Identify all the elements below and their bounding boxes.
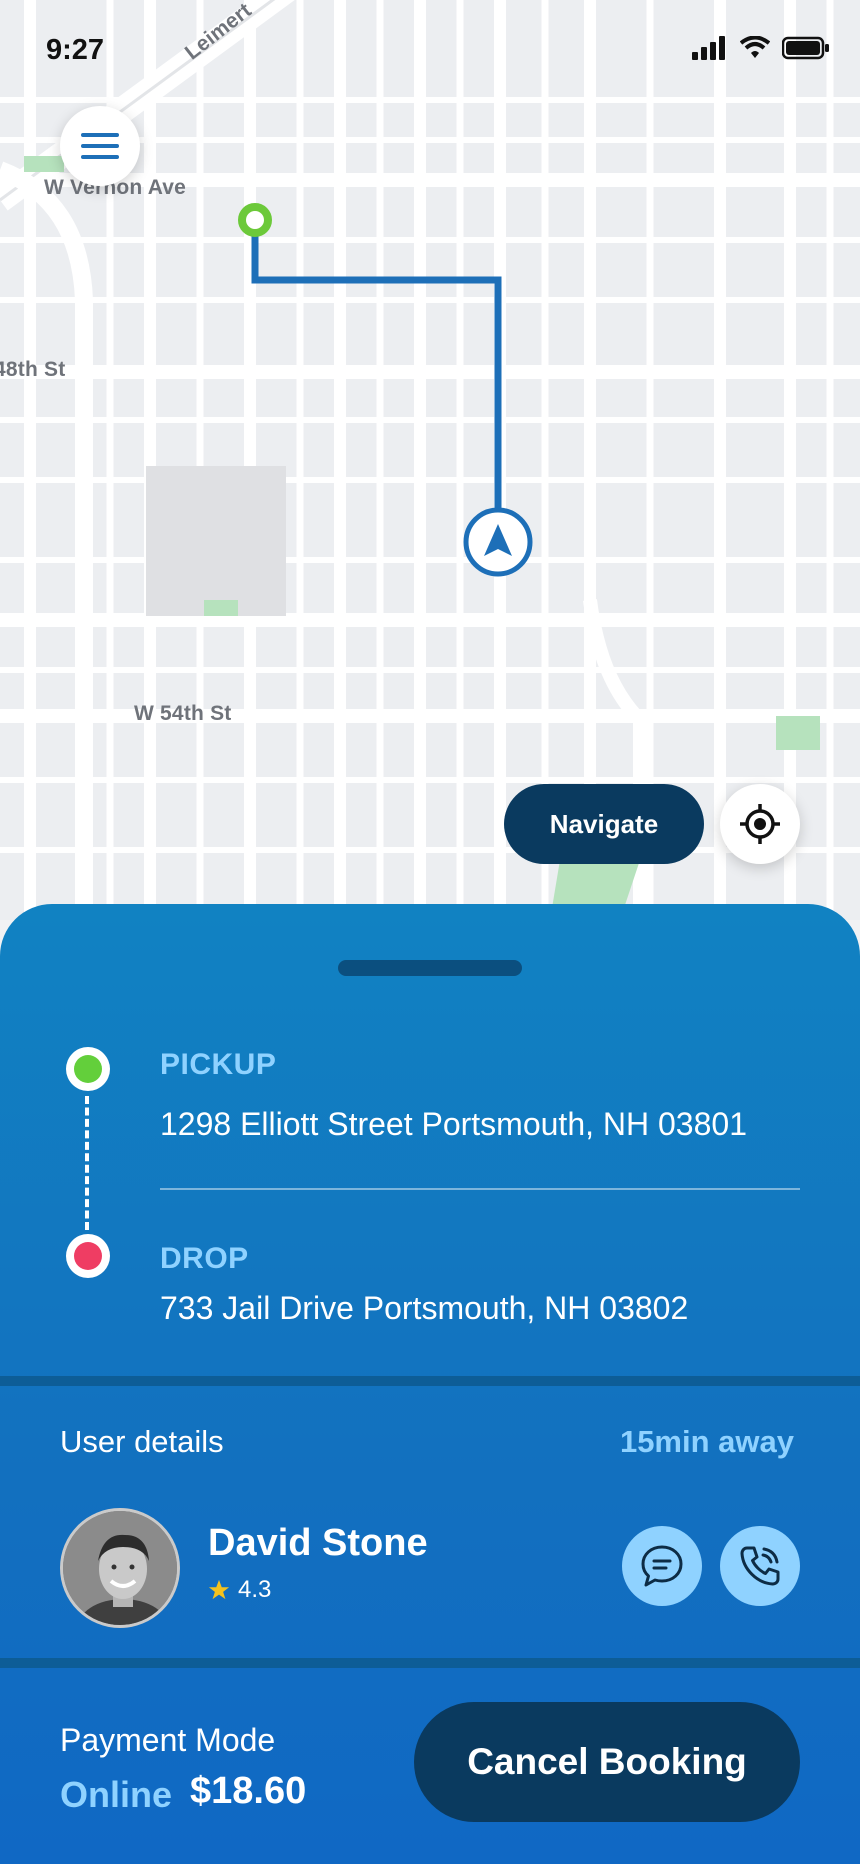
- street-label-48th: 48th St: [0, 358, 66, 381]
- payment-amount: $18.60: [190, 1770, 307, 1812]
- phone-icon: [740, 1546, 780, 1586]
- user-rating: 4.3: [208, 1576, 271, 1604]
- section-separator: [0, 1376, 860, 1386]
- section-separator-2: [0, 1658, 860, 1668]
- user-photo: [63, 1511, 177, 1625]
- crosshair-icon: [740, 804, 780, 844]
- map-view[interactable]: Leimert W Vernon Ave 48th St W 54th St 9…: [0, 0, 860, 920]
- trip-details-sheet: PICKUP 1298 Elliott Street Portsmouth, N…: [0, 904, 860, 1864]
- sheet-handle[interactable]: [338, 960, 522, 976]
- wifi-icon: [740, 36, 770, 58]
- eta-label: 15min away: [619, 1424, 794, 1459]
- pickup-address: 1298 Elliott Street Portsmouth, NH 03801: [160, 1106, 747, 1142]
- avatar: [60, 1508, 180, 1628]
- signal-icon: [692, 36, 725, 60]
- drop-label: DROP: [160, 1242, 249, 1275]
- status-icons: [692, 36, 830, 60]
- call-button[interactable]: [720, 1526, 800, 1606]
- pickup-marker: [238, 203, 272, 237]
- battery-icon: [782, 36, 829, 60]
- address-divider: [160, 1188, 800, 1190]
- payment-mode-title: Payment Mode: [60, 1722, 276, 1758]
- chat-icon: [641, 1545, 683, 1587]
- star-icon: [208, 1579, 230, 1600]
- menu-button[interactable]: [60, 106, 140, 186]
- drop-dot-icon: [66, 1234, 110, 1278]
- user-name: David Stone: [208, 1522, 428, 1564]
- street-label-54th: W 54th St: [134, 702, 232, 725]
- user-details-title: User details: [60, 1424, 224, 1459]
- payment-mode-value: Online: [60, 1774, 173, 1815]
- locate-button[interactable]: [720, 784, 800, 864]
- pickup-dot-icon: [66, 1047, 110, 1091]
- navigate-button[interactable]: Navigate: [504, 784, 704, 864]
- drop-address: 733 Jail Drive Portsmouth, NH 03802: [160, 1290, 689, 1326]
- route-dashed-line: [85, 1096, 89, 1230]
- cancel-booking-button[interactable]: Cancel Booking: [414, 1702, 800, 1822]
- pickup-label: PICKUP: [160, 1048, 277, 1081]
- rating-value: 4.3: [238, 1576, 272, 1603]
- status-time: 9:27: [46, 34, 105, 66]
- chat-button[interactable]: [622, 1526, 702, 1606]
- hamburger-icon: [81, 133, 119, 159]
